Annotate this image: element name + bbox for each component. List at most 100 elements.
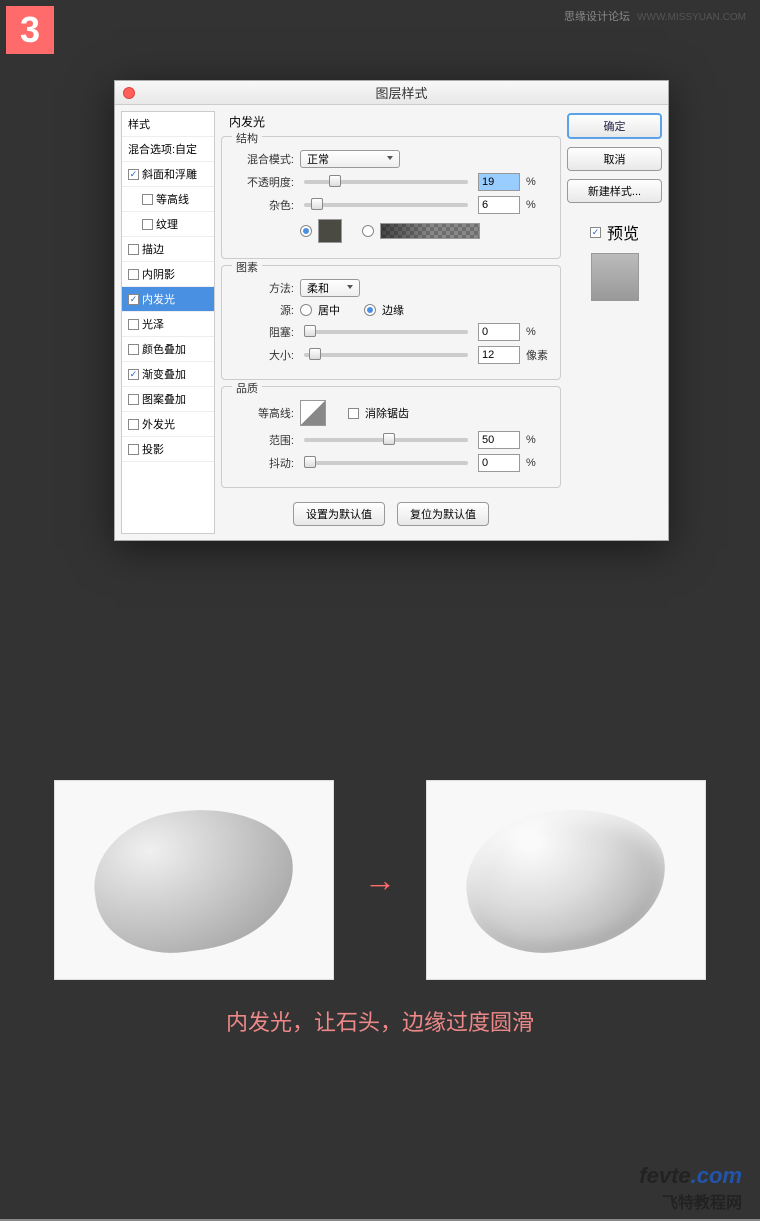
close-icon[interactable]	[123, 87, 135, 99]
footer-domain: .com	[691, 1163, 742, 1188]
range-input[interactable]	[478, 431, 520, 449]
preview-thumbnail	[591, 253, 639, 301]
sidebar-label-1: 等高线	[156, 191, 189, 207]
main-panel: 内发光 结构 混合模式: 正常 不透明度: % 杂色: %	[221, 111, 561, 534]
antialias-label: 消除锯齿	[365, 405, 409, 421]
structure-legend: 结构	[232, 130, 262, 146]
blend-mode-select[interactable]: 正常	[300, 150, 400, 168]
sidebar-item-2[interactable]: 纹理	[122, 212, 214, 237]
styles-sidebar: 样式 混合选项:自定 ✓斜面和浮雕等高线纹理描边内阴影✓内发光光泽颜色叠加✓渐变…	[121, 111, 215, 534]
sidebar-item-9[interactable]: 图案叠加	[122, 387, 214, 412]
sidebar-label-8: 渐变叠加	[142, 366, 186, 382]
new-style-button[interactable]: 新建样式...	[567, 179, 662, 203]
color-radio[interactable]	[300, 225, 312, 237]
preview-label: 预览	[607, 220, 639, 244]
sidebar-checkbox-9[interactable]	[128, 394, 139, 405]
size-label: 大小:	[232, 347, 294, 363]
titlebar: 图层样式	[115, 81, 668, 105]
choke-slider[interactable]	[304, 330, 468, 334]
sidebar-item-10[interactable]: 外发光	[122, 412, 214, 437]
noise-unit: %	[526, 199, 550, 211]
source-label: 源:	[232, 302, 294, 318]
sidebar-checkbox-2[interactable]	[142, 219, 153, 230]
elements-group: 图素 方法: 柔和 源: 居中 边缘 阻塞: %	[221, 265, 561, 380]
sidebar-header-styles[interactable]: 样式	[122, 112, 214, 137]
sidebar-item-7[interactable]: 颜色叠加	[122, 337, 214, 362]
jitter-unit: %	[526, 457, 550, 469]
sidebar-label-11: 投影	[142, 441, 164, 457]
sidebar-checkbox-5[interactable]: ✓	[128, 294, 139, 305]
source-center-radio[interactable]	[300, 304, 312, 316]
sidebar-checkbox-10[interactable]	[128, 419, 139, 430]
caption-text: 内发光，让石头，边缘过度圆滑	[0, 1005, 760, 1037]
sidebar-item-4[interactable]: 内阴影	[122, 262, 214, 287]
sidebar-checkbox-7[interactable]	[128, 344, 139, 355]
size-input[interactable]	[478, 346, 520, 364]
cancel-button[interactable]: 取消	[567, 147, 662, 171]
arrow-icon: →	[364, 862, 396, 899]
source-edge-label: 边缘	[382, 302, 404, 318]
sidebar-label-6: 光泽	[142, 316, 164, 332]
before-image	[54, 780, 334, 980]
structure-group: 结构 混合模式: 正常 不透明度: % 杂色: %	[221, 136, 561, 259]
comparison-row: →	[0, 780, 760, 980]
range-unit: %	[526, 434, 550, 446]
glow-color-swatch[interactable]	[318, 219, 342, 243]
right-panel: 确定 取消 新建样式... ✓ 预览	[567, 111, 662, 534]
quality-group: 品质 等高线: 消除锯齿 范围: % 抖动:	[221, 386, 561, 488]
noise-slider[interactable]	[304, 203, 468, 207]
sidebar-item-1[interactable]: 等高线	[122, 187, 214, 212]
source-center-label: 居中	[318, 302, 340, 318]
sidebar-item-0[interactable]: ✓斜面和浮雕	[122, 162, 214, 187]
watermark-text: 思缘设计论坛	[564, 11, 630, 23]
sidebar-label-3: 描边	[142, 241, 164, 257]
after-image	[426, 780, 706, 980]
sidebar-label-4: 内阴影	[142, 266, 175, 282]
watermark: 思缘设计论坛 WWW.MISSYUAN.COM	[564, 8, 746, 24]
quality-legend: 品质	[232, 380, 262, 396]
jitter-slider[interactable]	[304, 461, 468, 465]
jitter-input[interactable]	[478, 454, 520, 472]
footer-logo: fevte.com 飞特教程网	[639, 1163, 742, 1213]
noise-input[interactable]	[478, 196, 520, 214]
choke-label: 阻塞:	[232, 324, 294, 340]
method-select[interactable]: 柔和	[300, 279, 360, 297]
ok-button[interactable]: 确定	[567, 113, 662, 139]
size-slider[interactable]	[304, 353, 468, 357]
noise-label: 杂色:	[232, 197, 294, 213]
preview-checkbox[interactable]: ✓	[590, 227, 601, 238]
watermark-url: WWW.MISSYUAN.COM	[637, 12, 746, 23]
size-unit: 像素	[526, 347, 550, 363]
glow-gradient-swatch[interactable]	[380, 223, 480, 239]
panel-heading: 内发光	[229, 113, 561, 130]
sidebar-checkbox-1[interactable]	[142, 194, 153, 205]
sidebar-checkbox-11[interactable]	[128, 444, 139, 455]
sidebar-header-blend[interactable]: 混合选项:自定	[122, 137, 214, 162]
sidebar-item-6[interactable]: 光泽	[122, 312, 214, 337]
opacity-unit: %	[526, 176, 550, 188]
sidebar-checkbox-4[interactable]	[128, 269, 139, 280]
sidebar-label-9: 图案叠加	[142, 391, 186, 407]
blend-mode-label: 混合模式:	[232, 151, 294, 167]
make-default-button[interactable]: 设置为默认值	[293, 502, 385, 526]
range-slider[interactable]	[304, 438, 468, 442]
opacity-input[interactable]	[478, 173, 520, 191]
sidebar-item-5[interactable]: ✓内发光	[122, 287, 214, 312]
reset-default-button[interactable]: 复位为默认值	[397, 502, 489, 526]
sidebar-item-8[interactable]: ✓渐变叠加	[122, 362, 214, 387]
antialias-checkbox[interactable]	[348, 408, 359, 419]
step-badge: 3	[6, 6, 54, 54]
contour-picker[interactable]	[300, 400, 326, 426]
gradient-radio[interactable]	[362, 225, 374, 237]
sidebar-label-0: 斜面和浮雕	[142, 166, 197, 182]
sidebar-checkbox-8[interactable]: ✓	[128, 369, 139, 380]
sidebar-checkbox-0[interactable]: ✓	[128, 169, 139, 180]
sidebar-checkbox-3[interactable]	[128, 244, 139, 255]
source-edge-radio[interactable]	[364, 304, 376, 316]
sidebar-item-3[interactable]: 描边	[122, 237, 214, 262]
sidebar-item-11[interactable]: 投影	[122, 437, 214, 462]
sidebar-checkbox-6[interactable]	[128, 319, 139, 330]
choke-input[interactable]	[478, 323, 520, 341]
dialog-title: 图层样式	[135, 83, 668, 102]
opacity-slider[interactable]	[304, 180, 468, 184]
